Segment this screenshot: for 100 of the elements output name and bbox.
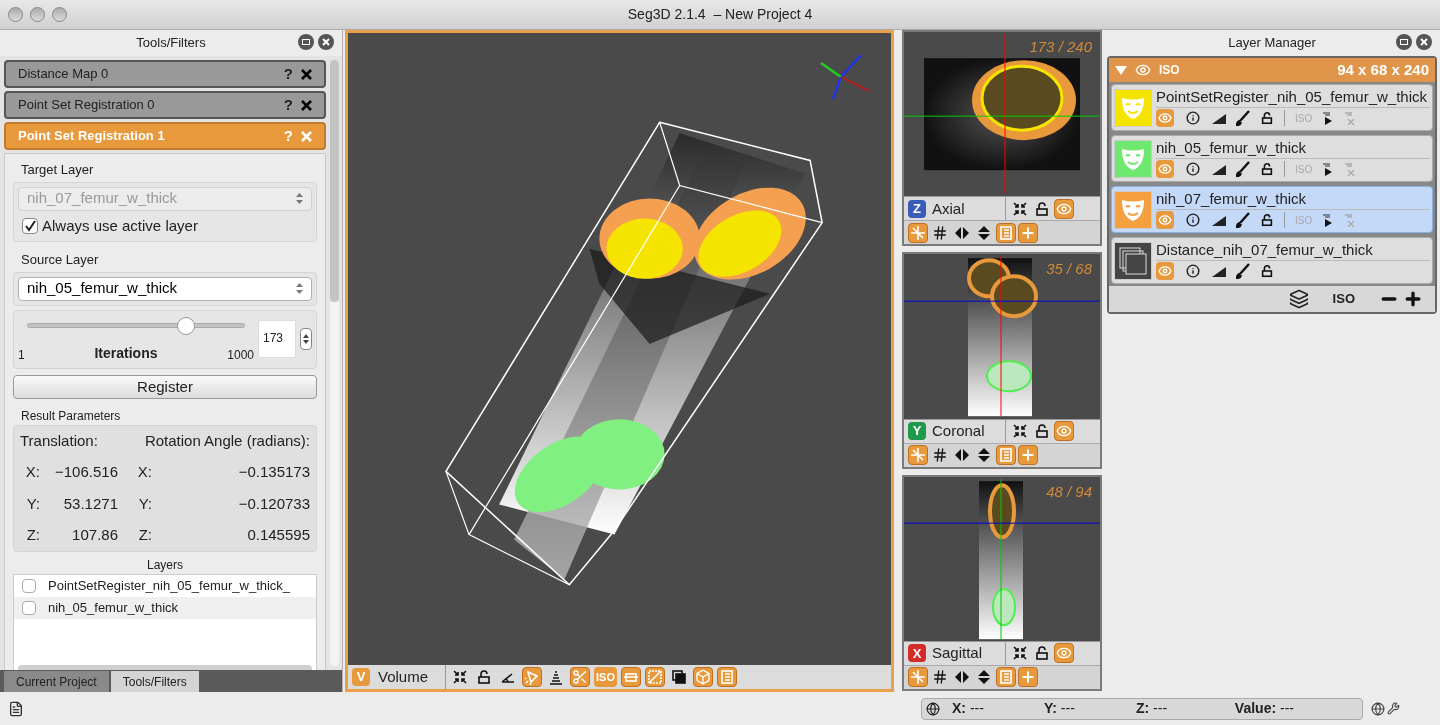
padlock-icon[interactable] bbox=[1260, 213, 1274, 227]
checkbox[interactable] bbox=[22, 578, 36, 593]
field-label: Source Layer bbox=[21, 251, 100, 269]
padlock-icon[interactable] bbox=[1260, 111, 1274, 125]
axis-label: Z: bbox=[25, 525, 40, 545]
rotation-value: −0.135173 bbox=[237, 462, 310, 482]
close-icon[interactable] bbox=[318, 34, 334, 50]
slider-max: 1000 bbox=[227, 346, 254, 364]
opacity-ramp-icon[interactable] bbox=[1212, 163, 1226, 175]
opacity-ramp-icon[interactable] bbox=[1212, 265, 1226, 277]
eye-icon[interactable] bbox=[1054, 198, 1074, 219]
close-icon[interactable] bbox=[301, 99, 312, 111]
eye-icon[interactable] bbox=[1054, 643, 1074, 664]
coordinate-readout: X: --- bbox=[952, 699, 985, 718]
stepper-button[interactable] bbox=[300, 328, 312, 350]
wrench-icon[interactable] bbox=[1387, 702, 1400, 715]
field-label: Target Layer bbox=[21, 161, 95, 179]
restore-icon[interactable] bbox=[1396, 34, 1412, 50]
view-badge: Y bbox=[908, 422, 926, 441]
slice-viewer[interactable]: 35 / 68 Y Coronal bbox=[902, 252, 1102, 469]
restore-icon[interactable] bbox=[298, 34, 314, 50]
axis-label: X: bbox=[24, 462, 40, 482]
slider-thumb[interactable] bbox=[177, 316, 196, 335]
info-icon[interactable] bbox=[1184, 160, 1202, 178]
crosshair-icon[interactable] bbox=[908, 445, 928, 466]
view-badge: X bbox=[908, 644, 926, 663]
diagonal-square-icon[interactable] bbox=[644, 667, 665, 687]
layers-icon[interactable] bbox=[1288, 289, 1309, 309]
column-heading: Translation: bbox=[20, 430, 99, 451]
slider-label: Iterations bbox=[94, 343, 158, 363]
register-button[interactable]: Register bbox=[13, 374, 317, 399]
close-icon[interactable] bbox=[301, 68, 312, 80]
padlock-icon[interactable] bbox=[1260, 264, 1274, 278]
iso-toggle-button[interactable]: ISO bbox=[1332, 289, 1355, 309]
vertical-scrollbar[interactable] bbox=[330, 60, 339, 666]
layer-name: PointSetRegister_nih_05_femur_w_thick bbox=[1156, 87, 1430, 108]
brush-icon[interactable] bbox=[1236, 110, 1250, 126]
help-button[interactable]: ? bbox=[283, 93, 293, 117]
slice-viewer[interactable]: 173 / 240 Z Axial bbox=[902, 30, 1102, 247]
scissors-icon[interactable] bbox=[570, 667, 590, 687]
checkbox[interactable] bbox=[22, 217, 38, 234]
group-size: 94 x 68 x 240 bbox=[1337, 59, 1429, 80]
tool-title: Point Set Registration 1 bbox=[18, 127, 166, 146]
tool-title: Distance Map 0 bbox=[18, 65, 110, 84]
coordinate-readout: Value: --- bbox=[1234, 699, 1294, 718]
tool-title: Point Set Registration 0 bbox=[18, 96, 156, 115]
layer-name: Distance_nih_07_femur_w_thick bbox=[1156, 240, 1430, 261]
layer-row[interactable]: Distance_nih_07_femur_w_thick bbox=[1111, 237, 1433, 284]
brush-icon[interactable] bbox=[1236, 161, 1250, 177]
view-label: Sagittal bbox=[932, 643, 983, 664]
translation-value: −106.516 bbox=[54, 462, 118, 482]
view-label: Coronal bbox=[932, 420, 985, 441]
slice-viewer[interactable]: 48 / 94 X Sagittal bbox=[902, 474, 1102, 691]
cube-icon[interactable] bbox=[692, 667, 713, 687]
opacity-ramp-icon[interactable] bbox=[1212, 112, 1226, 124]
info-icon[interactable] bbox=[1184, 109, 1202, 127]
rotation-value: −0.120733 bbox=[237, 493, 310, 514]
dropdown[interactable]: nih_05_femur_w_thick bbox=[18, 276, 312, 301]
view-label: Axial bbox=[932, 198, 965, 219]
globe-icon[interactable] bbox=[926, 701, 940, 716]
coordinate-readout: Z: --- bbox=[1136, 699, 1169, 718]
slider-track[interactable] bbox=[27, 316, 245, 335]
info-icon[interactable] bbox=[1184, 211, 1202, 229]
updown-arrows-icon bbox=[296, 283, 303, 294]
crosshair-icon[interactable] bbox=[908, 667, 928, 688]
crosshair-icon[interactable] bbox=[908, 222, 928, 243]
updown-arrows-icon bbox=[303, 333, 309, 345]
tab[interactable]: Tools/Filters bbox=[110, 671, 199, 692]
translation-value: 107.86 bbox=[71, 525, 118, 545]
lamp-icon[interactable] bbox=[522, 667, 542, 687]
horizontal-scrollbar[interactable] bbox=[18, 664, 312, 670]
info-icon[interactable] bbox=[1184, 262, 1202, 280]
tab[interactable]: Current Project bbox=[4, 671, 109, 692]
frame-icon[interactable] bbox=[620, 667, 641, 687]
plus-icon[interactable] bbox=[1403, 289, 1423, 309]
number-input[interactable]: 173 bbox=[258, 320, 296, 358]
padlock-icon[interactable] bbox=[1260, 162, 1274, 176]
eye-icon[interactable] bbox=[1054, 421, 1074, 442]
tool-header[interactable]: Distance Map 0 ? bbox=[4, 60, 326, 88]
tool-header[interactable]: Point Set Registration 0 ? bbox=[4, 91, 326, 119]
brush-icon[interactable] bbox=[1236, 263, 1250, 279]
document-icon[interactable] bbox=[8, 700, 24, 717]
iso-label: ISO bbox=[1159, 62, 1181, 79]
brush-icon[interactable] bbox=[1236, 212, 1250, 228]
layer-name: nih_05_femur_w_thick bbox=[48, 598, 179, 617]
section-title: Layers bbox=[146, 556, 184, 574]
layer-row[interactable]: nih_07_femur_w_thick ISO bbox=[1111, 186, 1433, 233]
help-button[interactable]: ? bbox=[283, 62, 293, 86]
globe-icon[interactable] bbox=[1371, 701, 1385, 716]
slice-number: 35 / 68 bbox=[1046, 259, 1092, 280]
slice-number: 173 / 240 bbox=[1029, 37, 1092, 57]
opacity-ramp-icon[interactable] bbox=[1212, 214, 1226, 226]
axis-label: Z: bbox=[137, 525, 152, 545]
layer-name: nih_07_femur_w_thick bbox=[1156, 189, 1430, 210]
checkbox[interactable] bbox=[22, 600, 36, 615]
layer-name: PointSetRegister_nih_05_femur_w_thick_ bbox=[48, 576, 291, 595]
translation-value: 53.1271 bbox=[62, 493, 118, 514]
panel-title: Tools/Filters bbox=[136, 34, 206, 53]
updown-arrows-icon bbox=[296, 193, 303, 204]
close-icon[interactable] bbox=[1416, 34, 1432, 50]
